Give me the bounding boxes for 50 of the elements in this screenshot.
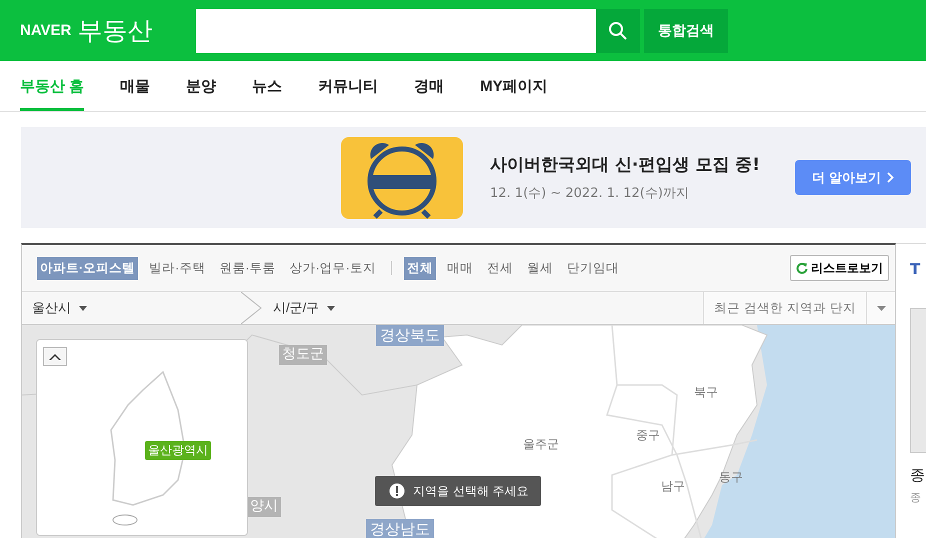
refresh-icon — [796, 262, 808, 274]
deal-type-tab[interactable]: 전체 — [404, 256, 436, 280]
property-type-tab[interactable]: 원룸·투룸 — [216, 256, 279, 280]
recent-search-placeholder: 최근 검색한 지역과 단지 — [713, 300, 857, 316]
nav-tab[interactable]: 뉴스 — [252, 61, 282, 111]
map-region-label[interactable]: 북구 — [694, 384, 718, 401]
caret-up-icon — [49, 353, 61, 360]
chevron-right-icon — [886, 172, 894, 183]
nav-tab[interactable]: 매물 — [120, 61, 150, 111]
deal-type-tab[interactable]: 전세 — [484, 256, 516, 280]
side-heading: T — [910, 260, 920, 278]
search-button[interactable] — [596, 8, 640, 52]
map-region-label[interactable]: 경상남도 — [366, 519, 434, 538]
dropdown-caret-icon — [79, 306, 87, 310]
toast-message: 지역을 선택해 주세요 — [413, 482, 529, 500]
nav-tab[interactable]: 부동산 홈 — [20, 61, 84, 111]
dropdown-caret-icon — [327, 306, 336, 310]
collapse-button[interactable] — [43, 347, 67, 366]
item-subtitle: 종 — [910, 490, 921, 505]
nav-tab[interactable]: 분양 — [186, 61, 216, 111]
item-title: 종 — [910, 466, 925, 485]
property-type-tab[interactable]: 빌라·주택 — [146, 256, 208, 280]
map-region-label[interactable]: 동구 — [719, 469, 743, 486]
district-dropdown[interactable]: 시/군/구 — [263, 299, 487, 317]
map-region-label[interactable]: 중구 — [636, 427, 660, 444]
deal-type-tab[interactable]: 단기임대 — [564, 256, 622, 280]
selected-region-tag[interactable]: 울산광역시 — [145, 441, 211, 460]
property-type-tab[interactable]: 상가·업무·토지 — [286, 256, 379, 280]
search-field[interactable] — [196, 8, 596, 52]
naver-logo[interactable]: NAVER — [20, 22, 72, 39]
nav-tab[interactable]: 커뮤니티 — [318, 61, 378, 111]
banner-title: 사이버한국외대 신·편입생 모집 중! — [490, 154, 761, 176]
map-region-label[interactable]: 남구 — [661, 478, 685, 495]
list-view-button[interactable]: 리스트로보기 — [790, 255, 889, 281]
learn-more-button[interactable]: 더 알아보기 — [795, 160, 911, 195]
dropdown-caret-icon — [876, 306, 886, 310]
integrated-search-button[interactable]: 통합검색 — [644, 8, 728, 52]
deal-type-tab[interactable]: 매매 — [444, 256, 476, 280]
nav-tab[interactable]: MY페이지 — [480, 61, 548, 111]
property-type-tab[interactable]: 아파트·오피스텔 — [37, 256, 138, 280]
breadcrumb-separator-icon — [241, 292, 263, 324]
exclamation-icon — [389, 483, 405, 499]
map-region-label[interactable]: 울주군 — [523, 436, 559, 453]
search-icon — [608, 20, 628, 40]
city-dropdown[interactable]: 울산시 — [22, 299, 242, 317]
map-region-label[interactable]: 경상북도 — [376, 325, 444, 346]
nav-tab[interactable]: 경매 — [414, 61, 444, 111]
deal-type-tab[interactable]: 월세 — [524, 256, 556, 280]
service-title[interactable]: 부동산 — [77, 14, 152, 47]
banner-dates: 12. 1(수) ~ 2022. 1. 12(수)까지 — [490, 185, 690, 202]
